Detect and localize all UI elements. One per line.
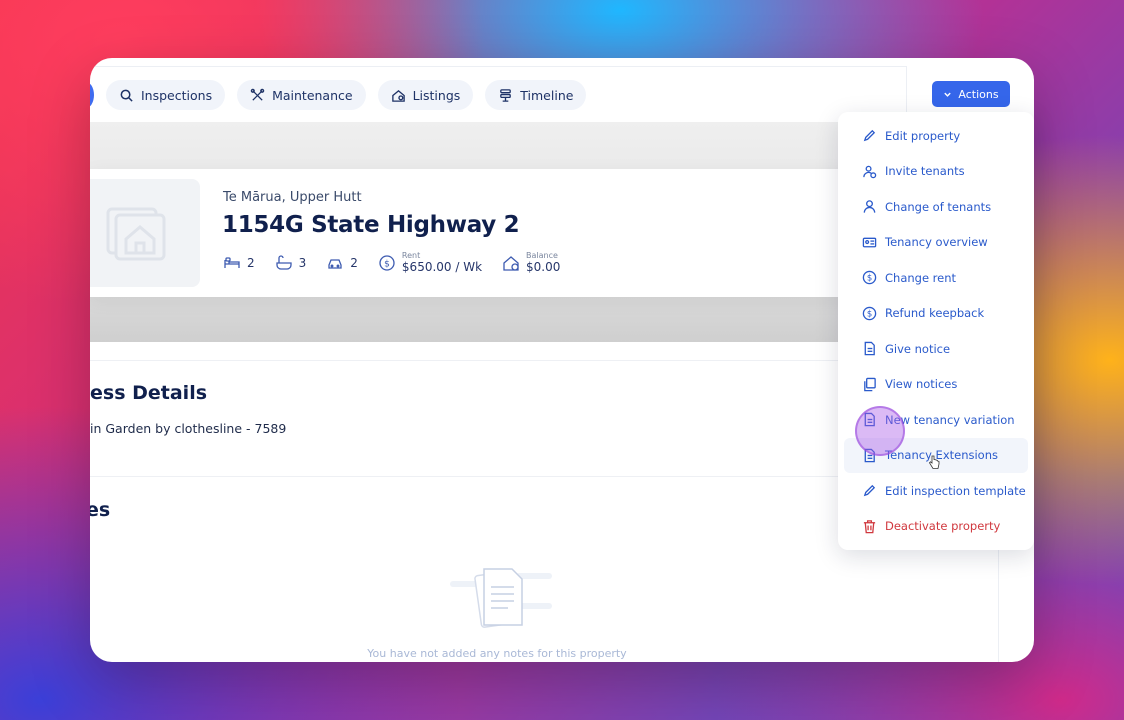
property-stats: 2 3 2 $ Rent $650.00 / Wk Balance $0.00 xyxy=(223,251,560,274)
svg-text:$: $ xyxy=(867,273,872,283)
menu-item-label: Change rent xyxy=(885,270,957,285)
empty-notes-illustration xyxy=(450,568,552,628)
menu-item-label: Invite tenants xyxy=(885,164,965,179)
menu-item-give-notice[interactable]: Give notice xyxy=(844,331,1028,367)
balance-label: Balance xyxy=(526,251,558,260)
search-icon xyxy=(120,89,133,102)
pencil-icon xyxy=(863,130,876,142)
menu-item-label: Edit inspection template xyxy=(885,483,1026,498)
property-tabs: Inspections Maintenance Listings Timelin… xyxy=(106,80,587,110)
empty-notes-text: You have not added any notes for this pr… xyxy=(367,647,627,660)
dollar-circle-icon: $ xyxy=(862,306,877,320)
actions-dropdown-menu: Edit property Invite tenants Change of t… xyxy=(838,112,1034,550)
menu-item-label: Change of tenants xyxy=(885,199,992,214)
notes-title: es xyxy=(90,499,111,521)
trash-icon xyxy=(863,519,876,533)
menu-item-change-of-tenants[interactable]: Change of tenants xyxy=(844,189,1028,225)
access-details-text: in Garden by clothesline - 7589 xyxy=(90,421,287,436)
tab-timeline[interactable]: Timeline xyxy=(485,80,587,110)
property-address: 1154G State Highway 2 xyxy=(222,212,520,238)
dollar-circle-icon: $ xyxy=(862,271,877,285)
parking-value: 2 xyxy=(350,255,358,270)
menu-item-deactivate-property[interactable]: Deactivate property xyxy=(844,509,1028,545)
menu-item-edit-property[interactable]: Edit property xyxy=(844,118,1028,154)
click-indicator xyxy=(855,406,905,456)
timeline-icon xyxy=(500,88,512,102)
menu-item-label: New tenancy variation xyxy=(885,412,1015,427)
menu-item-invite-tenants[interactable]: Invite tenants xyxy=(844,154,1028,190)
balance-stat: Balance $0.00 xyxy=(502,251,560,274)
property-thumbnail[interactable] xyxy=(90,179,200,287)
menu-item-label: View notices xyxy=(885,377,958,392)
menu-item-label: Tenancy Extensions xyxy=(885,448,999,463)
menu-item-edit-inspection-template[interactable]: Edit inspection template xyxy=(844,473,1028,509)
top-divider xyxy=(90,66,906,67)
house-search-icon xyxy=(391,89,405,102)
tab-label: Maintenance xyxy=(272,87,353,103)
car-icon xyxy=(328,258,342,269)
bathrooms-value: 3 xyxy=(298,255,307,270)
hand-cursor-icon xyxy=(928,455,940,469)
documents-icon xyxy=(864,377,876,391)
balance-value: $0.00 xyxy=(526,260,561,274)
menu-item-label: Deactivate property xyxy=(885,519,1001,534)
bath-icon xyxy=(275,254,292,270)
menu-item-label: Tenancy overview xyxy=(885,235,988,250)
bedrooms-value: 2 xyxy=(247,255,255,270)
chevron-down-icon xyxy=(944,92,952,97)
bedrooms-stat: 2 xyxy=(223,254,255,272)
rent-stat: $ Rent $650.00 / Wk xyxy=(378,251,482,274)
rent-value: $650.00 / Wk xyxy=(401,260,483,274)
document-icon xyxy=(864,342,875,356)
svg-text:$: $ xyxy=(384,259,390,269)
menu-item-tenancy-overview[interactable]: Tenancy overview xyxy=(844,225,1028,261)
tab-maintenance[interactable]: Maintenance xyxy=(237,80,366,110)
menu-item-label: Give notice xyxy=(885,341,951,356)
tab-label: Inspections xyxy=(141,87,213,103)
section-divider xyxy=(90,476,906,477)
parking-stat: 2 xyxy=(326,254,358,272)
user-icon xyxy=(863,200,876,213)
dollar-circle-icon: $ xyxy=(379,254,395,271)
tools-icon xyxy=(250,88,265,101)
section-divider xyxy=(90,360,906,361)
rent-label: Rent xyxy=(401,251,421,260)
svg-text:$: $ xyxy=(867,308,872,318)
access-details-title: ess Details xyxy=(90,382,208,404)
menu-item-view-notices[interactable]: View notices xyxy=(844,367,1028,403)
bed-icon xyxy=(224,256,240,268)
menu-item-refund-keepback[interactable]: $ Refund keepback xyxy=(844,296,1028,332)
property-summary-card: Te Mārua, Upper Hutt 1154G State Highway… xyxy=(90,169,950,297)
tab-label: Timeline xyxy=(520,87,574,103)
house-placeholder-icon xyxy=(106,207,166,261)
property-suburb: Te Mārua, Upper Hutt xyxy=(223,190,362,205)
actions-label: Actions xyxy=(958,87,999,101)
actions-button[interactable]: Actions xyxy=(932,81,1010,107)
house-dollar-icon xyxy=(503,255,519,271)
tab-label: Listings xyxy=(412,87,461,103)
id-card-icon xyxy=(862,237,877,248)
menu-item-change-rent[interactable]: $ Change rent xyxy=(844,260,1028,296)
tab-listings[interactable]: Listings xyxy=(377,80,474,110)
avatar[interactable] xyxy=(90,82,94,108)
menu-item-label: Edit property xyxy=(885,128,961,143)
menu-item-label: Refund keepback xyxy=(885,306,985,321)
user-plus-icon xyxy=(863,165,877,178)
bathrooms-stat: 3 xyxy=(275,254,307,272)
pencil-icon xyxy=(863,485,876,497)
tab-inspections[interactable]: Inspections xyxy=(106,80,226,110)
